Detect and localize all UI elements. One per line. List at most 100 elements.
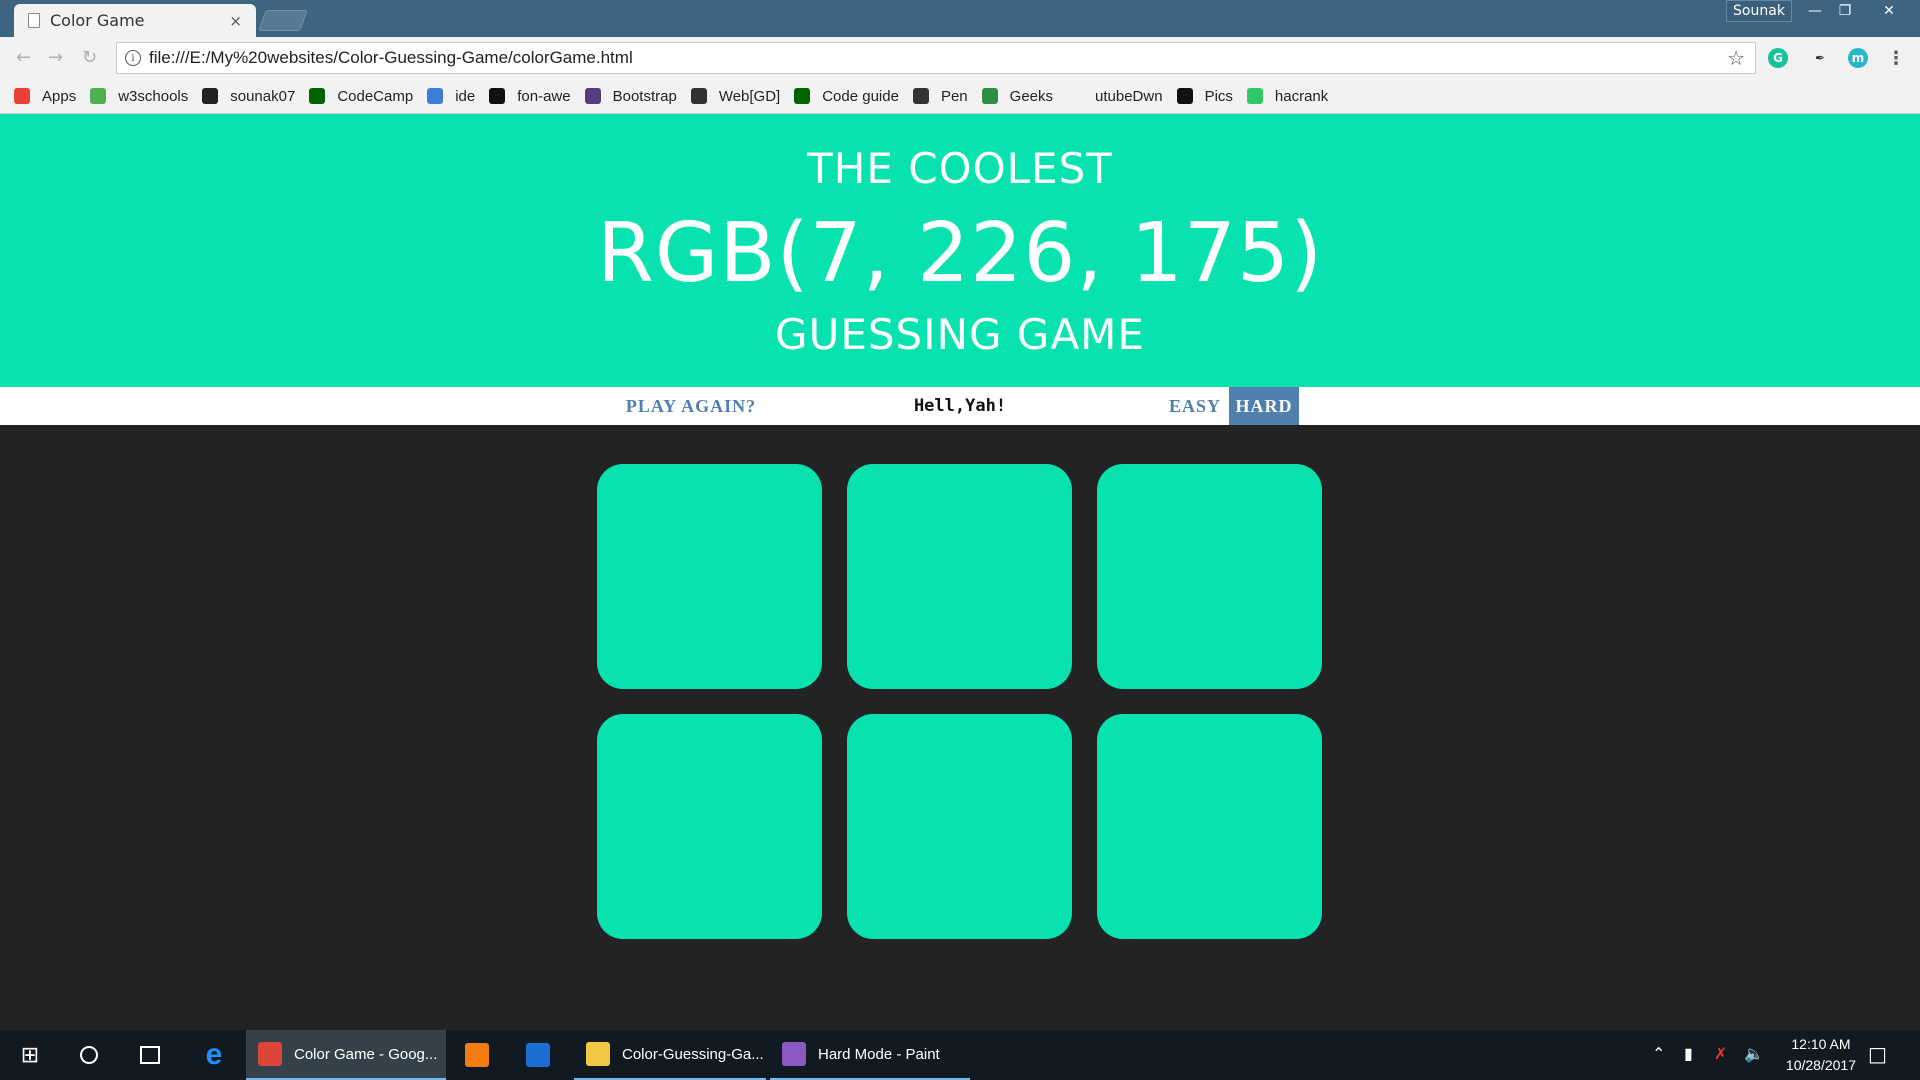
taskbar-item-2[interactable] [508,1030,568,1080]
paint-icon [782,1042,806,1066]
bookmark-5[interactable]: fon-awe [489,87,571,105]
tab-color-game[interactable]: Color Game × [14,4,256,37]
easy-mode-button[interactable]: EASY [1158,387,1232,425]
bookmark-label: fon-awe [517,87,571,105]
bookmark-star-icon[interactable]: ☆ [1727,46,1745,70]
w3schools-icon [90,88,107,104]
hackerrank-icon [1246,88,1263,104]
pen-tool-icon[interactable]: ✒ [1810,48,1830,68]
flag-icon [489,88,506,104]
freecodecamp-icon [309,88,326,104]
battery-icon[interactable]: ▮ [1684,1044,1693,1063]
bookmark-3[interactable]: CodeCamp [309,88,413,105]
taskbar-item-label: Color-Guessing-Ga... [622,1045,764,1063]
tab-title: Color Game [50,11,145,30]
back-arrow-icon[interactable]: ← [16,47,31,68]
rgb-color-display: RGB(7, 226, 175) [596,206,1324,301]
bookmark-label: utubeDwn [1095,87,1163,105]
game-header: THE COOLEST RGB(7, 226, 175) GUESSING GA… [0,114,1920,387]
network-icon[interactable]: ✗ [1714,1044,1727,1063]
close-window-button[interactable]: ✕ [1874,0,1904,22]
taskbar-item-0[interactable]: Color Game - Goog... [246,1030,446,1080]
bookmark-label: hacrank [1274,87,1329,105]
taskbar-item-label: Color Game - Goog... [294,1045,438,1063]
restore-button[interactable]: ❐ [1830,0,1860,22]
color-square-2[interactable] [847,464,1072,689]
bookmark-7[interactable]: Web[GD] [690,87,781,105]
bookmarks-bar: Apps w3schools sounak07 CodeCamp ide fon-awe B… [0,79,1920,114]
bookmark-10[interactable]: Geeks [981,87,1054,105]
system-clock[interactable]: 12:10 AM 10/28/2017 [1786,1034,1856,1076]
color-square-4[interactable] [597,714,822,939]
taskbar-item-1[interactable] [450,1030,504,1080]
bookmark-label: Web[GD] [718,87,781,105]
minimize-button[interactable]: — [1800,0,1830,22]
color-square-1[interactable] [597,464,822,689]
bookmark-label: sounak07 [230,87,296,105]
webgd-icon [690,88,707,104]
status-message: Hell,Yah! [913,396,1007,416]
sublime-text-icon [465,1043,489,1067]
windows-start-icon[interactable]: ⊞ [0,1030,60,1080]
codepen-icon [912,88,929,104]
profile-button[interactable]: Sounak [1726,0,1792,22]
bookmark-0[interactable]: Apps [14,88,76,105]
m-extension-icon[interactable]: m [1848,48,1868,68]
geeks-icon [981,88,998,104]
bookmark-label: Geeks [1009,87,1054,105]
menu-kebab-icon[interactable]: ⋮ [1886,48,1906,69]
bookmark-label: Pics [1204,87,1233,105]
page-icon [28,13,40,28]
browser-titlebar: Color Game × Sounak — ❐ ✕ [0,0,1920,37]
codeguide-icon [794,88,811,104]
search-circle-icon[interactable] [60,1030,118,1080]
color-square-6[interactable] [1097,714,1322,939]
bookmark-1[interactable]: w3schools [90,88,188,105]
tab-close-icon[interactable]: × [229,12,242,30]
forward-arrow-icon[interactable]: → [48,47,63,68]
bookmark-label: CodeCamp [337,87,414,105]
store-app-icon [526,1043,550,1067]
clock-time: 12:10 AM [1791,1036,1851,1052]
camera-icon [1176,88,1193,104]
bookmark-11[interactable]: utubeDwn [1067,88,1163,105]
taskbar-item-3[interactable]: Color-Guessing-Ga... [574,1030,766,1080]
windows-taskbar: ⊞ e Color Game - Goog... Color-Guessing-G… [0,1030,1920,1080]
clock-date: 10/28/2017 [1785,1057,1856,1073]
url-text[interactable]: file:///E:/My%20websites/Color-Guessing-… [149,48,1727,68]
bookmark-12[interactable]: Pics [1176,87,1233,105]
tray-chevron-icon[interactable]: ⌃ [1652,1044,1665,1063]
taskbar-item-label: Hard Mode - Paint [818,1045,940,1063]
apps-grid-icon [14,88,30,104]
bookmark-2[interactable]: sounak07 [202,88,295,105]
bookmark-label: w3schools [118,87,189,105]
color-square-3[interactable] [1097,464,1322,689]
bootstrap-icon [584,88,601,104]
bookmark-label: Bootstrap [612,87,677,105]
new-tab-button[interactable] [258,10,308,31]
taskbar-item-4[interactable]: Hard Mode - Paint [770,1030,970,1080]
github-icon [202,88,219,104]
color-square-5[interactable] [847,714,1072,939]
grammarly-icon[interactable]: G [1768,48,1788,68]
action-center-icon[interactable]: □ [1868,1042,1887,1066]
header-title-line3: GUESSING GAME [775,310,1145,359]
bookmark-13[interactable]: hacrank [1246,87,1329,105]
control-stripe: PLAY AGAIN? Hell,Yah! EASY HARD [0,387,1920,425]
address-bar[interactable]: i file:///E:/My%20websites/Color-Guessin… [116,42,1756,74]
bookmark-label: Code guide [822,87,899,105]
hard-mode-button[interactable]: HARD [1229,387,1299,425]
edge-browser-icon[interactable]: e [184,1030,244,1080]
info-icon[interactable]: i [125,50,141,66]
bookmark-8[interactable]: Code guide [794,88,899,105]
bookmark-9[interactable]: Pen [912,88,968,105]
play-again-button[interactable]: PLAY AGAIN? [616,387,766,425]
bookmark-6[interactable]: Bootstrap [584,87,677,105]
task-view-icon[interactable] [120,1030,180,1080]
bookmark-4[interactable]: ide [427,88,475,105]
reload-icon[interactable]: ↻ [82,47,97,68]
volume-icon[interactable]: 🔈 [1744,1044,1764,1063]
folder-icon [586,1042,610,1066]
browser-toolbar: ← → ↻ i file:///E:/My%20websites/Color-G… [0,37,1920,79]
header-title-line1: THE COOLEST [807,144,1113,193]
